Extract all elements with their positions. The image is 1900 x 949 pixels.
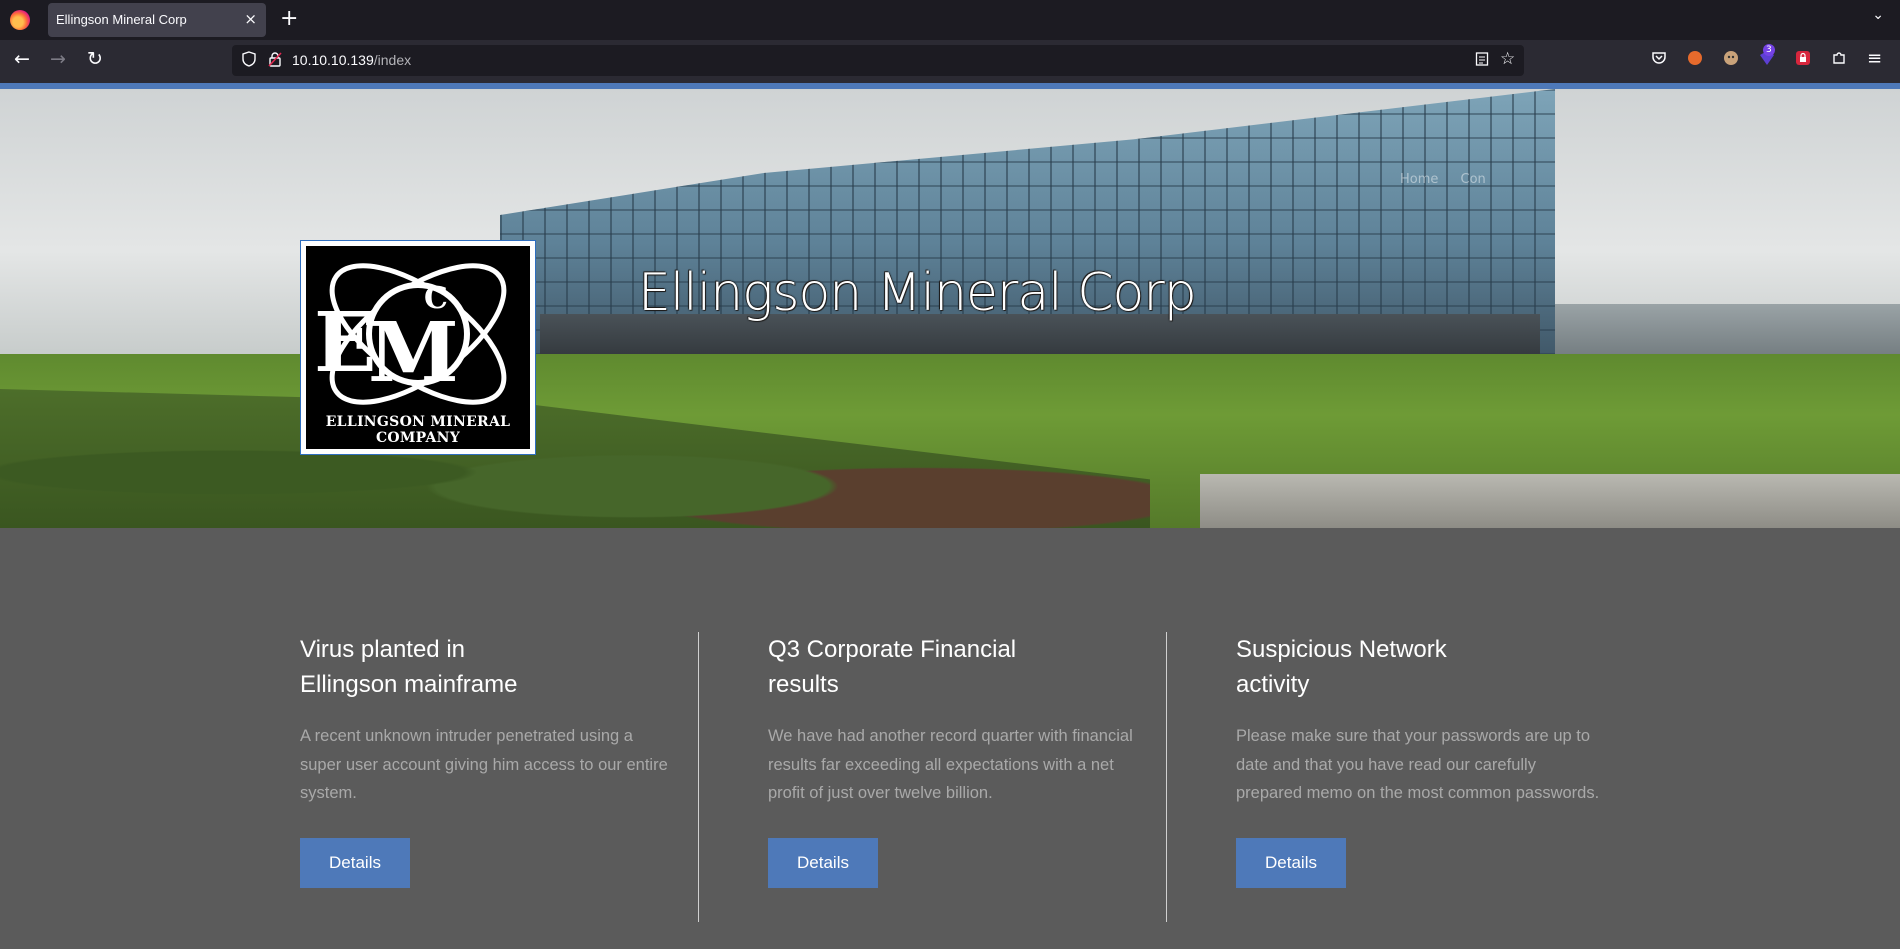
hamburger-menu-icon[interactable]: ≡ <box>1867 48 1882 69</box>
firefox-logo-icon[interactable] <box>10 10 30 30</box>
logo-caption: ELLINGSON MINERAL COMPANY <box>325 414 511 446</box>
url-bar[interactable]: 10.10.10.139/index ☆ <box>232 45 1524 76</box>
lock-extension-icon[interactable] <box>1795 50 1811 70</box>
article-body: We have had another record quarter with … <box>768 727 1133 802</box>
article-column-2: Q3 Corporate Financial results We have h… <box>768 632 1148 888</box>
hero-walkway <box>1200 474 1900 528</box>
company-logo[interactable]: E M C ELLINGSON MINERAL COMPANY <box>300 240 536 455</box>
insecure-lock-icon[interactable] <box>268 51 282 71</box>
logo-badge: E M C ELLINGSON MINERAL COMPANY <box>306 246 530 449</box>
extension-badge: 3 <box>1763 44 1775 56</box>
url-text[interactable]: 10.10.10.139/index <box>292 52 411 68</box>
browser-toolbar: ← → ↻ 10.10.10.139/index ☆ 3 ≡ <box>0 40 1900 83</box>
column-divider <box>1166 632 1167 922</box>
hero-title: Ellingson Mineral Corp <box>638 263 1197 323</box>
tab-list-chevron-icon[interactable]: ⌄ <box>1872 7 1884 23</box>
url-path: /index <box>373 52 412 68</box>
logo-letter-m: M <box>368 305 459 401</box>
new-tab-button[interactable]: + <box>280 6 298 31</box>
article-column-1: Virus planted in Ellingson mainframe A r… <box>300 632 680 888</box>
back-arrow-icon[interactable]: ← <box>14 49 30 69</box>
details-button[interactable]: Details <box>300 837 410 888</box>
article-title: Virus planted in Ellingson mainframe <box>300 636 518 698</box>
details-button[interactable]: Details <box>1236 837 1346 888</box>
bookmark-star-icon[interactable]: ☆ <box>1500 49 1515 69</box>
details-button[interactable]: Details <box>768 837 878 888</box>
nav-contact-link[interactable]: Con <box>1461 172 1486 187</box>
tab-title: Ellingson Mineral Corp <box>56 12 187 27</box>
hero-banner: Home Con E M C ELLINGSON MINERAL COMPANY… <box>0 89 1900 528</box>
browser-tab-bar: Ellingson Mineral Corp × + ⌄ <box>0 0 1900 40</box>
nav-home-link[interactable]: Home <box>1400 172 1438 187</box>
article-title: Suspicious Network activity <box>1236 636 1447 698</box>
logo-letter-c: C <box>424 281 448 316</box>
reader-view-icon[interactable] <box>1475 51 1489 71</box>
article-body: Please make sure that your passwords are… <box>1236 727 1600 802</box>
tab-close-icon[interactable]: × <box>244 10 257 28</box>
column-divider <box>698 632 699 922</box>
news-section: Virus planted in Ellingson mainframe A r… <box>0 528 1900 949</box>
logo-atom-icon: E M C <box>314 263 507 405</box>
article-body: A recent unknown intruder penetrated usi… <box>300 727 668 802</box>
hero-navigation: Home Con <box>1400 172 1504 187</box>
article-title: Q3 Corporate Financial results <box>768 636 1017 698</box>
url-host: 10.10.10.139 <box>292 52 374 68</box>
foxyproxy-extension-icon[interactable] <box>1687 50 1703 70</box>
pocket-icon[interactable] <box>1651 50 1667 70</box>
shield-icon[interactable] <box>242 51 256 71</box>
cookie-extension-icon[interactable] <box>1723 50 1739 70</box>
forward-arrow-icon[interactable]: → <box>50 49 66 69</box>
article-column-3: Suspicious Network activity Please make … <box>1236 632 1616 888</box>
reload-icon[interactable]: ↻ <box>87 49 103 69</box>
browser-tab[interactable]: Ellingson Mineral Corp × <box>48 3 266 37</box>
extensions-puzzle-icon[interactable] <box>1831 50 1847 70</box>
